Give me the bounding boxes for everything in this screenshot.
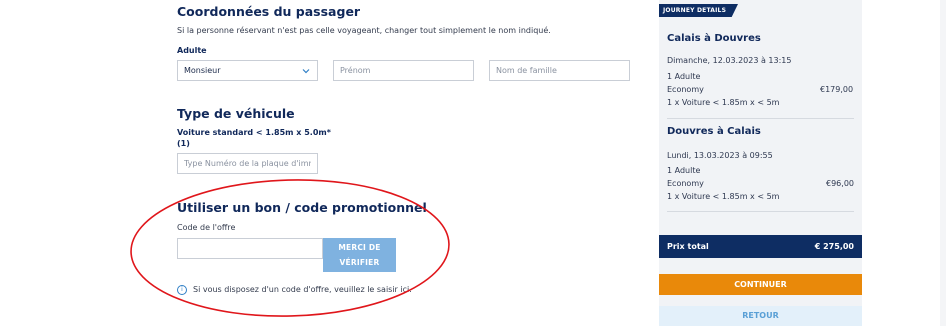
- firstname-placeholder: Prénom: [340, 66, 371, 75]
- lastname-field[interactable]: Nom de famille: [489, 60, 630, 81]
- vehicle-label-note: (1): [177, 139, 190, 148]
- license-plate-placeholder: Type Numéro de la plaque d'imm: [184, 159, 311, 168]
- page-edge: [940, 0, 946, 326]
- firstname-field[interactable]: Prénom: [333, 60, 474, 81]
- outbound-datetime: Dimanche, 12.03.2023 à 13:15: [667, 56, 792, 65]
- salutation-value: Monsieur: [184, 66, 221, 75]
- back-button[interactable]: RETOUR: [659, 306, 862, 326]
- return-price: €96,00: [826, 179, 854, 188]
- return-passengers: 1 Adulte: [667, 166, 701, 175]
- return-class: Economy: [667, 179, 704, 188]
- total-price-bar: Prix total € 275,00: [659, 235, 862, 258]
- adult-label: Adulte: [177, 46, 207, 55]
- journey-separator: [667, 118, 854, 119]
- vehicle-section-title: Type de véhicule: [177, 106, 295, 121]
- license-plate-field[interactable]: Type Numéro de la plaque d'imm: [177, 153, 318, 174]
- passenger-note: Si la personne réservant n'est pas celle…: [177, 26, 551, 35]
- continue-button[interactable]: CONTINUER: [659, 274, 862, 295]
- outbound-class: Economy: [667, 85, 704, 94]
- total-value: € 275,00: [814, 242, 854, 251]
- journey-details-tag: JOURNEY DETAILS: [659, 4, 738, 17]
- journey-separator-2: [667, 211, 854, 212]
- return-vehicle: 1 x Voiture < 1.85m x < 5m: [667, 192, 780, 201]
- red-annotation-ellipse: [130, 179, 450, 317]
- lastname-placeholder: Nom de famille: [496, 66, 557, 75]
- total-label: Prix total: [667, 242, 709, 251]
- passenger-section-title: Coordonnées du passager: [177, 4, 361, 19]
- outbound-vehicle: 1 x Voiture < 1.85m x < 5m: [667, 98, 780, 107]
- outbound-passengers: 1 Adulte: [667, 72, 701, 81]
- return-datetime: Lundi, 13.03.2023 à 09:55: [667, 151, 773, 160]
- vehicle-label: Voiture standard < 1.85m x 5.0m*: [177, 128, 331, 137]
- salutation-select[interactable]: Monsieur: [177, 60, 318, 81]
- outbound-price: €179,00: [820, 85, 854, 94]
- chevron-down-icon: [302, 68, 310, 73]
- return-route: Douvres à Calais: [667, 126, 761, 137]
- outbound-route: Calais à Douvres: [667, 33, 761, 44]
